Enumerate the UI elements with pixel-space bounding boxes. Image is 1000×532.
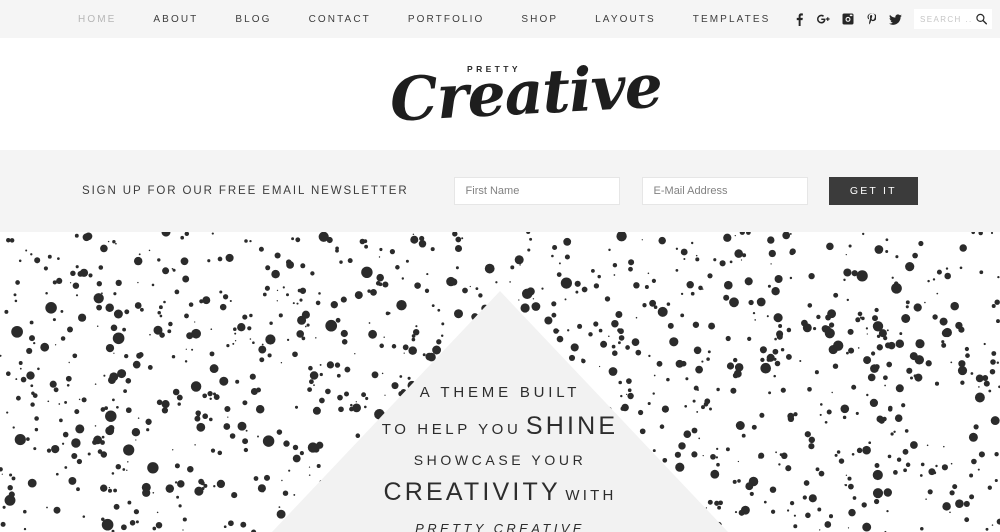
search-input[interactable] — [914, 10, 972, 28]
nav-item-layouts[interactable]: Layouts — [595, 14, 656, 25]
site-logo[interactable]: Creative PRETTY — [388, 52, 663, 136]
nav-item-templates[interactable]: Templates — [693, 14, 771, 25]
instagram-icon[interactable] — [841, 12, 854, 26]
page-root: Home About Blog Contact Portfolio Shop L… — [0, 0, 1000, 532]
hero-line-4-small: WITH — [565, 487, 617, 504]
newsletter-submit-button[interactable]: GET IT — [828, 177, 918, 205]
hero-line-2-small: TO HELP YOU — [381, 421, 522, 438]
top-navigation-bar: Home About Blog Contact Portfolio Shop L… — [0, 0, 1000, 38]
nav-item-about[interactable]: About — [153, 14, 198, 25]
hero-line-4-big: CREATIVITY — [383, 478, 561, 506]
hero-headline: A THEME BUILT TO HELP YOU SHINE SHOWCASE… — [0, 384, 1000, 532]
google-plus-icon[interactable] — [817, 12, 830, 26]
nav-item-home[interactable]: Home — [78, 14, 116, 25]
nav-item-portfolio[interactable]: Portfolio — [408, 14, 485, 25]
twitter-icon[interactable] — [889, 12, 902, 26]
hero-section: A THEME BUILT TO HELP YOU SHINE SHOWCASE… — [0, 232, 1000, 532]
site-header: Creative PRETTY — [0, 38, 1000, 150]
newsletter-signup-section: SIGN UP FOR OUR FREE EMAIL NEWSLETTER GE… — [0, 150, 1000, 232]
nav-utilities — [793, 0, 992, 38]
hero-line-2-big: SHINE — [525, 412, 619, 440]
hero-line-1: A THEME BUILT — [419, 384, 581, 401]
search-icon[interactable] — [976, 13, 988, 25]
nav-item-contact[interactable]: Contact — [309, 14, 371, 25]
first-name-input[interactable] — [453, 177, 620, 205]
hero-line-5: PRETTY CREATIVE — [415, 521, 585, 532]
facebook-icon[interactable] — [793, 12, 806, 26]
newsletter-title: SIGN UP FOR OUR FREE EMAIL NEWSLETTER — [82, 185, 409, 197]
logo-eyebrow-text: PRETTY — [467, 64, 521, 74]
hero-line-3: SHOWCASE YOUR — [413, 452, 587, 468]
email-input[interactable] — [641, 177, 808, 205]
social-links — [793, 12, 902, 26]
main-menu: Home About Blog Contact Portfolio Shop L… — [78, 14, 807, 25]
hero-line-4: CREATIVITY WITH — [0, 478, 1000, 507]
hero-line-2: TO HELP YOU SHINE — [0, 412, 1000, 441]
nav-item-shop[interactable]: Shop — [521, 14, 558, 25]
pinterest-icon[interactable] — [865, 12, 878, 26]
search-box[interactable] — [914, 9, 992, 29]
nav-item-blog[interactable]: Blog — [235, 14, 271, 25]
